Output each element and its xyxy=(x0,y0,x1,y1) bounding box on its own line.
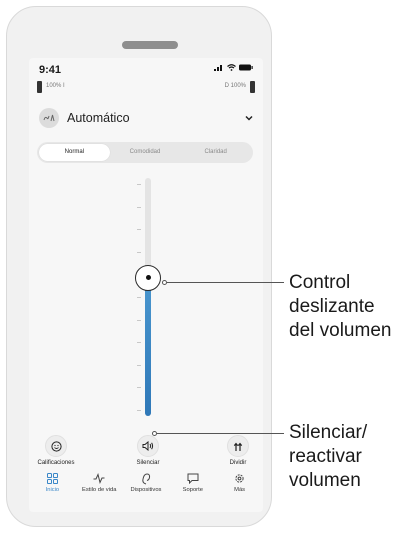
right-aid-battery-icon xyxy=(250,81,255,93)
app-screen: 9:41 100% I D 100% Automático Normal Com… xyxy=(29,58,263,512)
volume-tick xyxy=(137,297,141,298)
thumb-dot xyxy=(145,275,151,281)
phone-frame: 9:41 100% I D 100% Automático Normal Com… xyxy=(6,6,272,527)
volume-tick xyxy=(137,387,141,389)
volume-tick xyxy=(137,364,141,366)
tab-normal[interactable]: Normal xyxy=(39,144,110,161)
nav-inicio[interactable]: Inicio xyxy=(29,473,76,503)
speaker-icon xyxy=(142,441,154,451)
phone-speaker xyxy=(122,41,178,49)
nav-dispositivos[interactable]: Dispositivos xyxy=(123,473,170,503)
sound-mode-segmented-control: Normal Comodidad Claridad xyxy=(37,142,253,163)
nav-estilo-de-vida[interactable]: Estilo de vida xyxy=(76,472,123,503)
nav-mas-label: Más xyxy=(234,487,246,493)
mute-callout-line-1: Silenciar/ xyxy=(289,422,368,443)
volume-tick xyxy=(137,342,141,344)
ratings-button[interactable] xyxy=(45,435,67,457)
wifi-icon xyxy=(227,64,236,71)
share-split-icon xyxy=(233,442,243,451)
nav-soporte[interactable]: Soporte xyxy=(169,473,216,503)
mute-label: Silenciar xyxy=(136,460,160,466)
chat-bubble-icon xyxy=(187,473,199,487)
volume-tick xyxy=(137,229,141,231)
volume-tick xyxy=(137,206,141,208)
left-aid-battery-icon xyxy=(37,81,42,93)
mute-callout-line-3: volumen xyxy=(289,470,361,491)
mute-callout-text: Silenciar/ reactivar volumen xyxy=(289,421,367,493)
battery-icon xyxy=(239,64,253,71)
nav-inicio-label: Inicio xyxy=(45,487,60,493)
status-time: 9:41 xyxy=(39,64,62,76)
volume-tick xyxy=(137,410,141,411)
smiley-icon xyxy=(50,440,62,452)
mute-button[interactable] xyxy=(137,435,159,457)
activity-icon xyxy=(93,472,105,487)
ratings-label: Calificaciones xyxy=(37,460,75,466)
slider-callout-line-2: deslizante xyxy=(289,296,375,317)
home-grid-icon xyxy=(46,473,58,487)
nav-mas[interactable]: Más xyxy=(216,473,263,503)
signal-icon xyxy=(214,65,222,71)
gear-icon xyxy=(234,473,245,487)
automatic-program-icon xyxy=(39,108,59,128)
volume-slider-fill xyxy=(145,277,151,416)
right-aid-battery-text: D 100% xyxy=(224,83,246,89)
program-selector[interactable]: Automático xyxy=(39,106,253,130)
mute-callout-line xyxy=(157,433,284,434)
slider-callout-line-3: del volumen xyxy=(289,320,392,341)
volume-tick xyxy=(137,184,141,185)
volume-slider-thumb[interactable] xyxy=(135,264,161,291)
hearing-aid-battery-row: 100% I D 100% xyxy=(37,81,255,95)
nav-dispositivos-label: Dispositivos xyxy=(130,487,162,493)
volume-tick xyxy=(137,251,141,253)
nav-soporte-label: Soporte xyxy=(182,487,203,493)
slider-callout-line xyxy=(167,282,284,283)
slider-callout-text: Control deslizante del volumen xyxy=(289,271,391,343)
tab-comodidad[interactable]: Comodidad xyxy=(110,144,181,161)
slider-callout-line-1: Control xyxy=(289,272,351,293)
hearing-aid-icon xyxy=(141,473,151,487)
bottom-navigation: Inicio Estilo de vida Dispositivos Sopor… xyxy=(29,472,263,503)
nav-estilo-label: Estilo de vida xyxy=(81,487,117,493)
program-name: Automático xyxy=(67,111,130,125)
volume-tick xyxy=(137,319,141,321)
left-aid-battery-text: 100% I xyxy=(46,83,65,89)
chevron-down-icon[interactable] xyxy=(245,113,253,124)
tab-claridad[interactable]: Claridad xyxy=(180,144,251,161)
status-icons xyxy=(214,64,253,71)
share-button[interactable] xyxy=(227,435,249,457)
mute-callout-line-2: reactivar xyxy=(289,446,362,467)
share-label: Dividir xyxy=(229,460,247,466)
